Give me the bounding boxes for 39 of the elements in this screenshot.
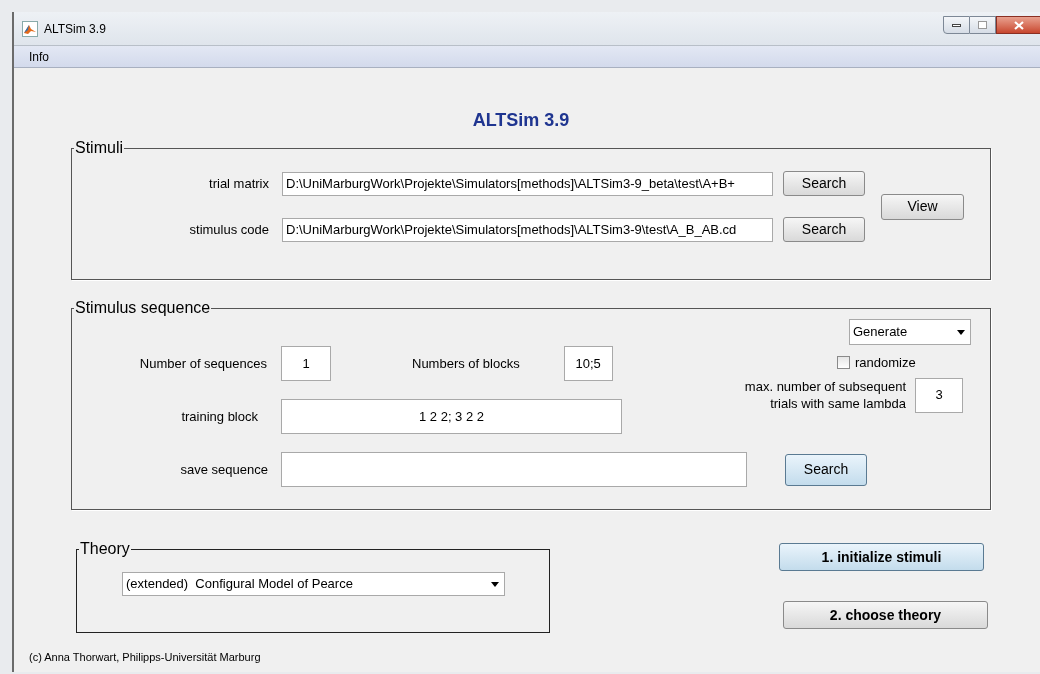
randomize-checkbox[interactable] xyxy=(837,356,850,370)
push-button[interactable]: Search xyxy=(783,217,865,242)
dropdown-arrow-icon xyxy=(957,329,965,335)
push-button[interactable]: 1. initialize stimuli xyxy=(779,543,984,571)
field-label: stimulus code xyxy=(189,220,269,239)
maximize-button[interactable] xyxy=(970,16,996,34)
field-label: training block xyxy=(180,407,258,426)
field-label: save sequence xyxy=(179,460,268,479)
minimize-button[interactable] xyxy=(943,16,970,34)
field-label: trial matrix xyxy=(209,174,269,193)
text-field[interactable]: 1 2 2; 3 2 2 xyxy=(281,399,622,434)
field-label: Numbers of blocks xyxy=(412,354,520,373)
push-button[interactable]: View xyxy=(881,193,964,220)
dropdown-arrow-icon xyxy=(491,581,499,587)
text-field[interactable]: 3 xyxy=(915,377,963,413)
push-button[interactable]: Search xyxy=(785,453,867,486)
field-label: max. number of subsequent xyxy=(744,378,906,395)
push-button[interactable]: 2. choose theory xyxy=(783,601,988,629)
mode-dropdown[interactable]: Generate xyxy=(849,319,971,345)
field-label: Number of sequences xyxy=(138,354,267,373)
text-field[interactable]: 10;5 xyxy=(563,346,613,381)
text-field[interactable]: D:\UniMarburgWork\Projekte\Simulators[methods]\ALTSim3-9_beta\test\A+B+ xyxy=(282,171,773,196)
text-field[interactable]: 1 xyxy=(281,346,331,381)
theory-dropdown[interactable]: (extended) Configural Model of Pearce xyxy=(122,572,505,596)
text-field[interactable]: D:\UniMarburgWork\Projekte\Simulators[methods]\ALTSim3-9\test\A_B_AB.cd xyxy=(282,217,773,242)
field-label: trials with same lambda xyxy=(770,395,906,412)
close-button[interactable] xyxy=(996,16,1040,34)
checkbox-label: randomize xyxy=(855,354,916,372)
group-title: Theory xyxy=(80,540,130,557)
push-button[interactable]: Search xyxy=(783,171,865,196)
text-field[interactable] xyxy=(281,452,747,487)
close-icon xyxy=(1013,20,1024,30)
copyright-note: (c) Anna Thorwart, Philipps-Universität Marburg xyxy=(29,650,262,665)
app-title: ALTSim 3.9 xyxy=(472,110,570,130)
group-title: Stimuli xyxy=(75,139,123,156)
window-title: ALTSim 3.9 xyxy=(44,20,106,38)
menu-item[interactable]: Info xyxy=(29,47,49,66)
app-icon xyxy=(22,20,38,37)
group-title: Stimulus sequence xyxy=(75,299,211,316)
